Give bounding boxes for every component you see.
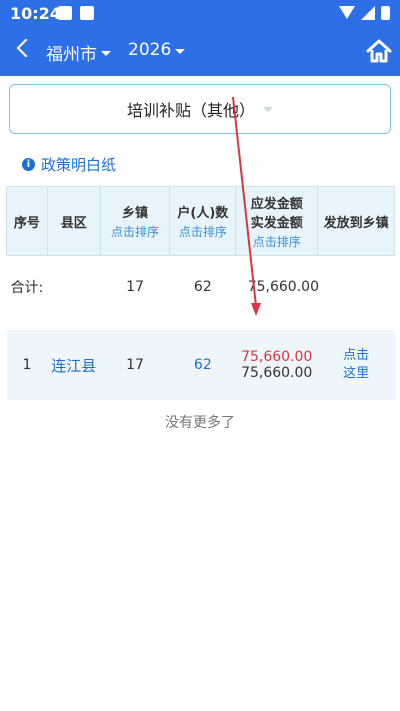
battery-icon (381, 6, 390, 20)
signal-icon (361, 6, 375, 20)
policy-link[interactable]: i 政策明白纸 (22, 154, 116, 175)
notification-icons (58, 6, 94, 20)
image-notification-icon (58, 6, 72, 20)
header-amount[interactable]: 应发金额 实发金额 点击排序 (235, 186, 319, 256)
year-label: 2026 (128, 40, 172, 60)
category-select[interactable]: 培训补贴（其他） (9, 84, 391, 134)
amount-due: 75,660.00 (241, 349, 313, 365)
header-index: 序号 (6, 186, 48, 256)
city-select[interactable]: 福州市 (46, 40, 111, 65)
header-town-label: 乡镇 (122, 206, 149, 221)
no-more-text: 没有更多了 (165, 415, 235, 431)
row-index: 1 (6, 330, 48, 400)
header-household-label: 户(人)数 (177, 206, 229, 221)
total-town-count: 17 (126, 279, 144, 295)
county-link[interactable]: 连江县 (51, 357, 96, 375)
wifi-icon (339, 6, 355, 19)
header-amount-due-label: 应发金额 (250, 196, 303, 212)
app-notification-icon (80, 6, 94, 20)
header-county: 县区 (46, 186, 101, 256)
chevron-down-icon (263, 106, 273, 112)
distribute-link[interactable]: 点击这里 (342, 347, 370, 383)
row-action-cell[interactable]: 点击这里 (317, 330, 395, 400)
total-row: 合计: 17 62 75,660.00 (7, 256, 395, 319)
row-amount-cell: 75,660.00 75,660.00 (235, 330, 318, 400)
row-town-count: 17 (100, 330, 170, 400)
category-label: 培训补贴（其他） (126, 101, 255, 120)
chevron-down-icon (175, 48, 186, 54)
table-row: 1 连江县 17 62 75,660.00 75,660.00 点击这里 (6, 330, 395, 400)
status-time: 10:24 (10, 4, 61, 23)
row-spacer (6, 318, 395, 330)
row-county-cell[interactable]: 连江县 (47, 330, 101, 400)
amount-sort-button[interactable]: 点击排序 (236, 233, 317, 250)
total-label: 合计: (10, 280, 44, 296)
year-select[interactable]: 2026 (128, 40, 186, 60)
home-button[interactable] (366, 38, 392, 68)
household-sort-button[interactable]: 点击排序 (170, 223, 235, 240)
header-distribute: 发放到乡镇 (317, 186, 395, 256)
header-town[interactable]: 乡镇 点击排序 (99, 186, 171, 256)
row-household-cell[interactable]: 62 (169, 330, 236, 400)
policy-label: 政策明白纸 (41, 156, 117, 174)
total-amount: 75,660.00 (247, 279, 319, 295)
header-household[interactable]: 户(人)数 点击排序 (169, 186, 237, 256)
home-icon (366, 39, 392, 63)
subsidy-table: 序号 县区 乡镇 点击排序 户(人)数 点击排序 应发金额 实发金额 点击排序 … (6, 186, 395, 400)
city-label: 福州市 (46, 45, 97, 65)
app-bar: 福州市 2026 (0, 28, 400, 76)
household-link[interactable]: 62 (194, 357, 212, 373)
status-bar: 10:24 (0, 0, 400, 28)
amount-actual: 75,660.00 (241, 365, 313, 381)
system-icons (339, 6, 390, 20)
header-amount-actual-label: 实发金额 (250, 215, 303, 231)
back-button[interactable] (16, 38, 28, 64)
chevron-left-icon (16, 38, 28, 58)
chevron-down-icon (101, 51, 111, 56)
town-sort-button[interactable]: 点击排序 (101, 223, 170, 240)
total-household-count: 62 (193, 279, 212, 295)
table-header-row: 序号 县区 乡镇 点击排序 户(人)数 点击排序 应发金额 实发金额 点击排序 … (6, 186, 395, 256)
info-icon: i (22, 158, 35, 171)
